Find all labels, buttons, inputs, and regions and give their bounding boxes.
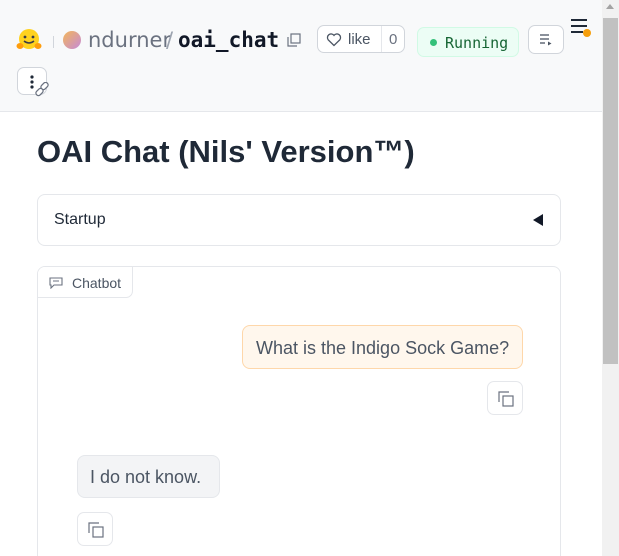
owner-name-link[interactable]: ndurner	[88, 28, 171, 52]
like-label: like	[348, 31, 371, 48]
status-text: Running	[445, 34, 509, 52]
page-title: OAI Chat (Nils' Version™)	[37, 134, 415, 169]
link-icon[interactable]	[34, 82, 50, 98]
scroll-up-arrow-icon[interactable]	[606, 4, 614, 9]
accordion-label: Startup	[54, 211, 106, 228]
running-status-badge[interactable]: Running	[417, 27, 519, 57]
copy-icon	[88, 522, 104, 538]
huggingface-logo-icon[interactable]	[16, 28, 42, 52]
user-message-text: What is the Indigo Sock Game?	[256, 338, 510, 358]
copy-user-message-button[interactable]	[487, 381, 523, 415]
like-count[interactable]: 0	[389, 31, 397, 48]
chatbot-label-tag: Chatbot	[38, 267, 133, 298]
path-separator: /	[166, 28, 174, 52]
startup-accordion[interactable]: Startup	[37, 194, 561, 246]
space-header: ndurner / oai_chat like 0 Running	[0, 0, 602, 112]
copy-icon	[498, 391, 514, 407]
caret-left-icon[interactable]	[531, 213, 545, 227]
user-message: What is the Indigo Sock Game?	[242, 325, 523, 369]
scrollbar-thumb[interactable]	[603, 18, 618, 364]
owner-avatar[interactable]	[63, 31, 81, 49]
menu-icon[interactable]	[569, 17, 593, 39]
copy-bot-message-button[interactable]	[77, 512, 113, 546]
chatbot-label: Chatbot	[72, 275, 122, 291]
vertical-scrollbar[interactable]	[602, 0, 619, 556]
logs-icon	[540, 34, 552, 46]
like-divider	[381, 26, 382, 52]
copy-icon[interactable]	[287, 33, 301, 47]
chat-icon	[49, 277, 63, 289]
like-button[interactable]: like 0	[317, 25, 405, 53]
status-dot	[430, 39, 437, 46]
bot-message: I do not know.	[77, 455, 220, 498]
header-separator	[53, 36, 54, 48]
app-page: ndurner / oai_chat like 0 Running OAI Ch…	[0, 0, 602, 556]
chatbot-panel: Chatbot What is the Indigo Sock Game? I …	[37, 266, 561, 556]
space-name-link[interactable]: oai_chat	[178, 28, 279, 52]
bot-message-text: I do not know.	[90, 467, 202, 487]
heart-icon	[326, 33, 342, 47]
logs-button[interactable]	[528, 25, 564, 54]
